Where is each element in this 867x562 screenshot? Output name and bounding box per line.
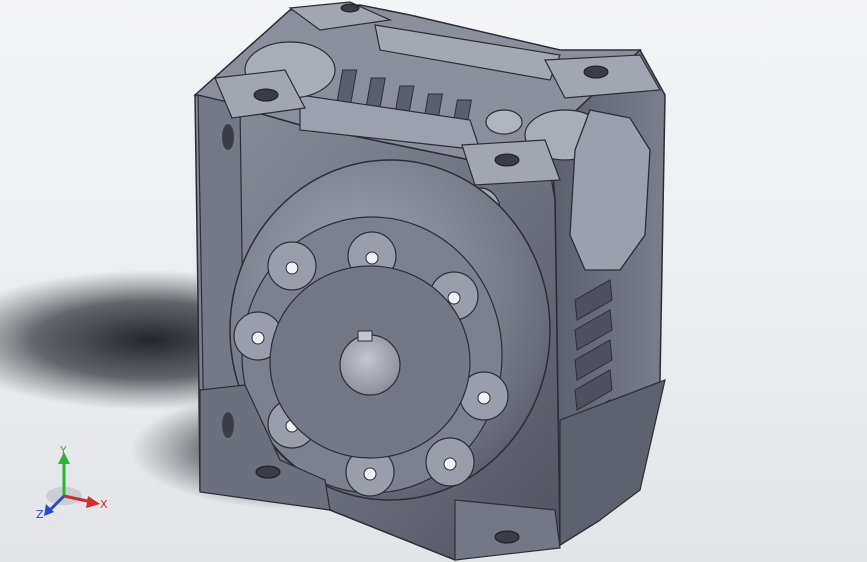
housing-foot-right (454, 499, 561, 561)
triad-y-label: Y (59, 444, 67, 457)
side-hole-upper-left[interactable] (222, 124, 234, 150)
vent-plug[interactable] (485, 109, 523, 135)
mounting-hole-bottom-right[interactable] (494, 530, 520, 544)
output-bore[interactable] (339, 334, 401, 396)
view-orientation-triad[interactable]: Y X Z (34, 444, 114, 524)
shaft-keyway (357, 330, 373, 342)
side-hole-lower-left[interactable] (222, 412, 234, 438)
gearbox-3d-model[interactable]: motive (0, 0, 867, 562)
triad-x-label: X (100, 498, 108, 511)
triad-z-label: Z (36, 508, 44, 521)
mounting-hole-bottom-left[interactable] (255, 465, 281, 479)
triad-x-arrow (86, 496, 100, 508)
graphics-viewport[interactable]: motive (0, 0, 867, 562)
